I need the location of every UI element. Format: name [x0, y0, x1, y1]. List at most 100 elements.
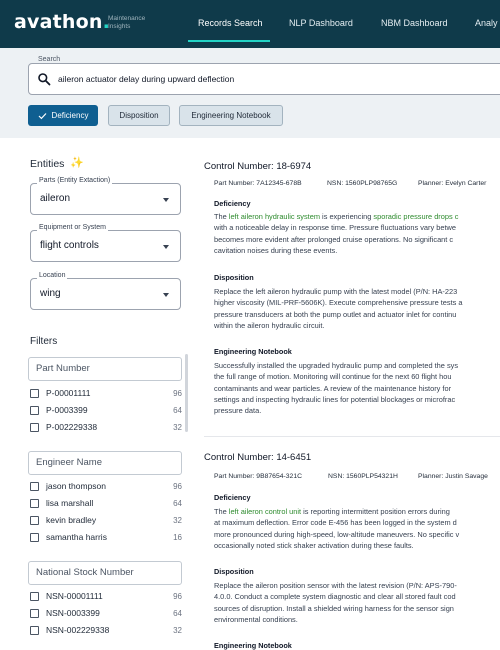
record-part-number: Part Number: 7A12345-678B [214, 180, 302, 187]
chip-engineering-notebook-label: Engineering Notebook [191, 111, 271, 120]
filter-option-label[interactable]: NSN-00001111 [46, 591, 103, 601]
text-line: environmental conditions. [214, 614, 298, 624]
equipment-select-value: flight controls [40, 240, 99, 251]
filter-option-label[interactable]: P-0003399 [46, 405, 88, 415]
filter-option-label[interactable]: P-002229338 [46, 422, 97, 432]
highlighted-entity: left aileron hydraulic system [228, 212, 320, 221]
filter-option-count: 32 [173, 626, 182, 635]
active-tab-indicator [188, 40, 270, 42]
filter-option-label[interactable]: jason thompson [46, 481, 106, 491]
checkbox[interactable] [30, 533, 39, 542]
highlighted-entity: left aileron control unit [228, 507, 302, 516]
filter-option-count: 64 [173, 499, 182, 508]
record-nsn: NSN: 1560PLP54321H [328, 473, 398, 480]
checkbox[interactable] [30, 389, 39, 398]
subtitle-line-2: Insights [108, 23, 131, 30]
filter-option-count: 16 [173, 533, 182, 542]
disposition-text: Replace the aileron position sensor with… [214, 580, 500, 625]
disposition-heading: Disposition [214, 273, 254, 282]
search-label: Search [36, 56, 63, 63]
chevron-down-icon[interactable] [163, 198, 169, 202]
text-line: cavitation noises during these events. [214, 245, 338, 255]
chevron-down-icon[interactable] [163, 245, 169, 249]
text-line: contaminants and wear particles. A revie… [214, 383, 452, 393]
record-nsn: NSN: 1560PLP98765G [327, 180, 398, 187]
checkbox[interactable] [30, 516, 39, 525]
entities-heading: Entities [30, 158, 65, 170]
deficiency-text: The left aileron control unit is reporti… [214, 506, 500, 551]
equipment-select-label: Equipment or System [37, 224, 108, 231]
checkbox[interactable] [30, 406, 39, 415]
filters-heading: Filters [30, 336, 58, 347]
checkbox[interactable] [30, 482, 39, 491]
text-line: Replace the left aileron hydraulic pump … [214, 287, 458, 296]
text-line: with a noticeable delay in response time… [214, 223, 456, 233]
record-planner: Planner: Evelyn Carter [418, 180, 487, 187]
checkbox[interactable] [30, 499, 39, 508]
subtitle-line-1: Maintenance [108, 15, 146, 22]
chip-engineering-notebook[interactable]: Engineering Notebook [179, 105, 283, 126]
text-run: The [214, 507, 229, 516]
chip-disposition[interactable]: Disposition [108, 105, 170, 126]
record-part-number: Part Number: 9B87654-321C [214, 473, 303, 480]
filter-option-count: 32 [173, 423, 182, 432]
search-icon [38, 73, 51, 86]
location-select-label: Location [37, 272, 68, 279]
text-line: higher viscosity (MIL-PRF-5606K). Execut… [214, 298, 463, 308]
record-title[interactable]: Control Number: 14-6451 [204, 452, 311, 463]
text-run: is reporting intermittent position error… [301, 507, 450, 516]
filter-option-label[interactable]: NSN-0003399 [46, 608, 100, 618]
record-title[interactable]: Control Number: 18-6974 [204, 161, 311, 172]
check-icon [38, 112, 46, 119]
text-line: sources of disruption. Install a shielde… [214, 603, 454, 613]
chip-deficiency-label: Deficiency [51, 111, 89, 120]
highlighted-entity: sporadic pressure drops c [373, 212, 459, 221]
checkbox[interactable] [30, 609, 39, 618]
app-subtitle: Maintenance Insights [108, 15, 168, 31]
filter-option-label[interactable]: kevin bradley [46, 515, 96, 525]
text-line: the full range of motion. Monitoring wil… [214, 372, 452, 382]
filters-scrollbar[interactable] [185, 354, 188, 432]
filter-option-label[interactable]: NSN-002229338 [46, 625, 109, 635]
app-logo[interactable]: avathon. [14, 11, 110, 33]
chevron-down-icon[interactable] [163, 293, 169, 297]
deficiency-text: The left aileron hydraulic system is exp… [214, 211, 500, 256]
text-line: occasionally noted stick shaker activati… [214, 540, 414, 550]
disposition-heading: Disposition [214, 567, 254, 576]
top-nav-bar: avathon. Maintenance Insights Records Se… [0, 0, 500, 48]
filter-option-label[interactable]: P-00001111 [46, 388, 90, 398]
text-run: The [214, 212, 229, 221]
filter-option-count: 64 [173, 406, 182, 415]
engineering-notebook-heading: Engineering Notebook [214, 347, 292, 356]
text-line: becomes more evident after prolonged cru… [214, 234, 454, 244]
disposition-text: Replace the left aileron hydraulic pump … [214, 286, 500, 331]
filter-option-count: 96 [173, 389, 182, 398]
tab-nlp-dashboard[interactable]: NLP Dashboard [289, 18, 353, 28]
engineering-notebook-heading: Engineering Notebook [214, 641, 292, 650]
checkbox[interactable] [30, 592, 39, 601]
parts-select-value: aileron [40, 193, 71, 204]
filter-option-count: 32 [173, 516, 182, 525]
text-line: within the aileron hydraulic circuit. [214, 320, 325, 330]
tab-analytics[interactable]: Analy [475, 18, 498, 28]
tab-nbm-dashboard[interactable]: NBM Dashboard [381, 18, 448, 28]
chip-disposition-label: Disposition [119, 111, 159, 120]
text-line: 4.0.0. Conduct a complete system diagnos… [214, 592, 456, 602]
filter-option-label[interactable]: lisa marshall [46, 498, 93, 508]
filter-option-label[interactable]: samantha harris [46, 532, 107, 542]
parts-select-label: Parts (Entity Extaction) [37, 177, 113, 184]
checkbox[interactable] [30, 423, 39, 432]
logo-text: avathon [14, 11, 103, 33]
text-line: more pronounced during high-speed, low-a… [214, 529, 460, 539]
filter-option-count: 96 [173, 592, 182, 601]
checkbox[interactable] [30, 626, 39, 635]
chip-deficiency[interactable]: Deficiency [28, 105, 98, 126]
sparkle-icon: ✨ [70, 157, 84, 169]
filter-option-count: 96 [173, 482, 182, 491]
text-line: pressure transducers at both the pump ou… [214, 309, 457, 319]
search-query[interactable]: aileron actuator delay during upward def… [58, 74, 234, 84]
text-line: settings and inspecting hydraulic lines … [214, 394, 456, 404]
tab-records-search[interactable]: Records Search [198, 18, 263, 28]
text-line: pressure data. [214, 406, 262, 416]
text-line: Replace the aileron position sensor with… [214, 581, 457, 590]
